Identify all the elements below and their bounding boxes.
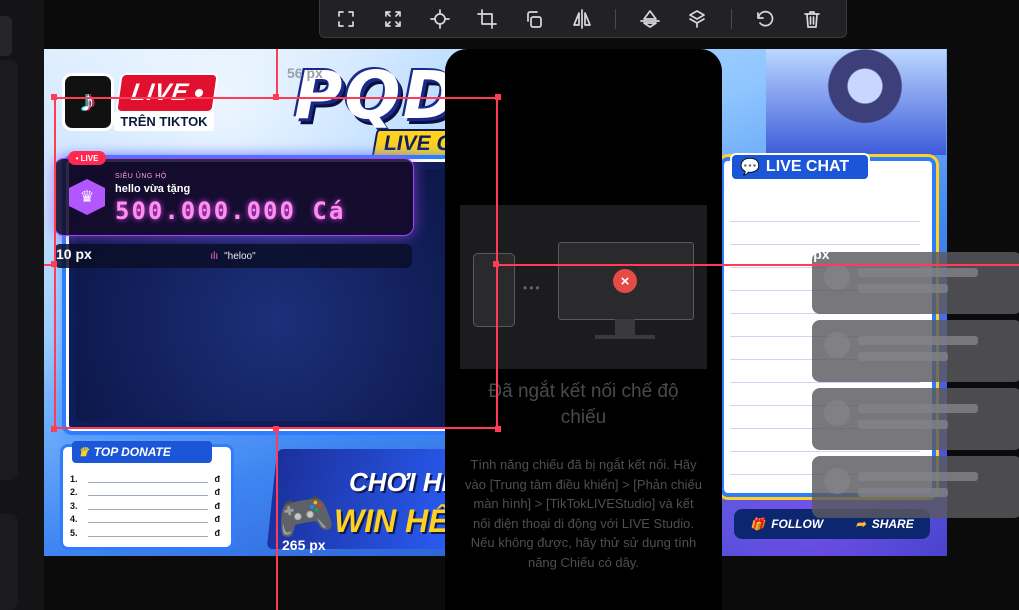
guide-top [276,49,278,97]
center-icon[interactable] [426,4,453,34]
gift-user-line: hello vừa tặng [115,183,191,195]
resize-handle[interactable] [51,94,57,100]
crop-icon[interactable] [474,4,501,34]
error-x-icon: × [613,269,637,293]
rail-button[interactable] [0,16,12,56]
donate-rank: 3. [70,500,78,511]
rotate-copy-icon[interactable] [521,4,548,34]
measure-right: 738 px [786,246,830,262]
fit-icon[interactable] [332,4,359,34]
live-chat-label: LIVE CHAT [765,158,850,175]
monitor-base [595,335,655,339]
follow-label: FOLLOW [771,517,824,531]
tren-tiktok-label: TRÊN TIKTOK [114,111,214,131]
hero-character-image [766,49,946,155]
panel-title: Đã ngắt kết nối chế độ chiếu [488,381,679,428]
share-label: SHARE [871,517,914,531]
donate-currency: đ [214,527,221,538]
chat-placeholder [812,388,1019,450]
donate-row: 1. đ [70,472,220,486]
gift-live-tag: • LIVE [68,151,106,165]
rotate-3d-icon[interactable] [683,4,710,34]
live-chat-header: 💬 LIVE CHAT [730,153,870,181]
toolbar-divider [730,8,732,29]
rail-panel-bottom [0,514,18,610]
delete-icon[interactable] [799,4,826,34]
chat-placeholder [812,252,1019,314]
resize-handle[interactable] [493,261,499,267]
donate-row: 2. đ [70,486,220,500]
donate-rank: 5. [70,527,78,538]
resize-handle[interactable] [273,94,279,100]
donate-currency: đ [214,500,221,511]
live-badge-text: LIVE [129,79,191,106]
measure-bottom: 265 px [282,537,326,553]
donate-currency: đ [214,487,221,498]
chat-placeholder [812,320,1019,382]
resize-handle[interactable] [273,426,279,432]
undo-icon[interactable] [752,4,779,34]
share-arrow-icon: ➦ [855,517,866,531]
gift-icon: 🎁 [750,517,766,531]
measure-top: 56 px [287,65,323,81]
donate-row: 3. đ [70,499,220,513]
donate-currency: đ [214,514,221,525]
toolbar-divider [615,8,617,29]
donate-row: 4. đ [70,513,220,527]
comment-bar: ılı "heloo" [54,244,412,268]
top-donate-header: ♛ TOP DONATE [72,441,212,463]
gift-subtitle: SIÊU ỦNG HỘ [115,173,167,180]
promo-line-2: WIN HẾ [334,503,450,539]
top-donate-title: TOP DONATE [93,445,171,459]
rail-panel [0,60,18,480]
guide-bottom [276,429,278,610]
audio-bars-icon: ılı [210,250,219,262]
gift-amount: 500.000.000 Cá [115,197,346,225]
chat-line [730,199,920,222]
follow-item: 🎁 FOLLOW [750,517,823,531]
live-dot [194,89,204,97]
resize-handle[interactable] [495,426,501,432]
left-rail [0,0,44,610]
tiktok-logo: ♪ [62,73,114,131]
resize-handle[interactable] [51,426,57,432]
canvas-toolbar [319,0,847,38]
live-badge: LIVE [115,73,219,113]
promo-line-1: CHƠI HẾ [349,467,459,497]
guide-right [498,264,1019,266]
fullscreen-icon[interactable] [379,4,406,34]
share-item: ➦ SHARE [856,517,914,531]
gift-alert-card[interactable]: ♛ SIÊU ỦNG HỘ hello vừa tặng 500.000.000… [54,158,414,236]
donate-list: 1. đ 2. đ 3. đ 4. đ 5. đ [70,472,220,540]
measure-left: 10 px [56,246,92,262]
chat-placeholder [812,456,1019,518]
crown-icon: ♛ [78,445,89,459]
chat-line [730,222,920,245]
resize-handle[interactable] [495,94,501,100]
donate-rank: 4. [70,514,78,525]
donate-currency: đ [214,473,221,484]
donate-rank: 2. [70,487,78,498]
mirror-disconnected-panel: ••• × Đã ngắt kết nối chế độ chiếu Tính … [445,49,722,610]
flip-vertical-icon[interactable] [636,4,663,34]
donate-row: 5. đ [70,526,220,540]
crown-gem-icon: ♛ [69,179,105,215]
comment-text: "heloo" [224,250,256,262]
panel-body: Tính năng chiếu đã bị ngắt kết nối. Hãy … [465,457,702,570]
donate-rank: 1. [70,473,78,484]
connection-dots: ••• [523,281,542,295]
chat-bubble-icon: 💬 [740,159,760,176]
flip-horizontal-icon[interactable] [568,4,595,34]
